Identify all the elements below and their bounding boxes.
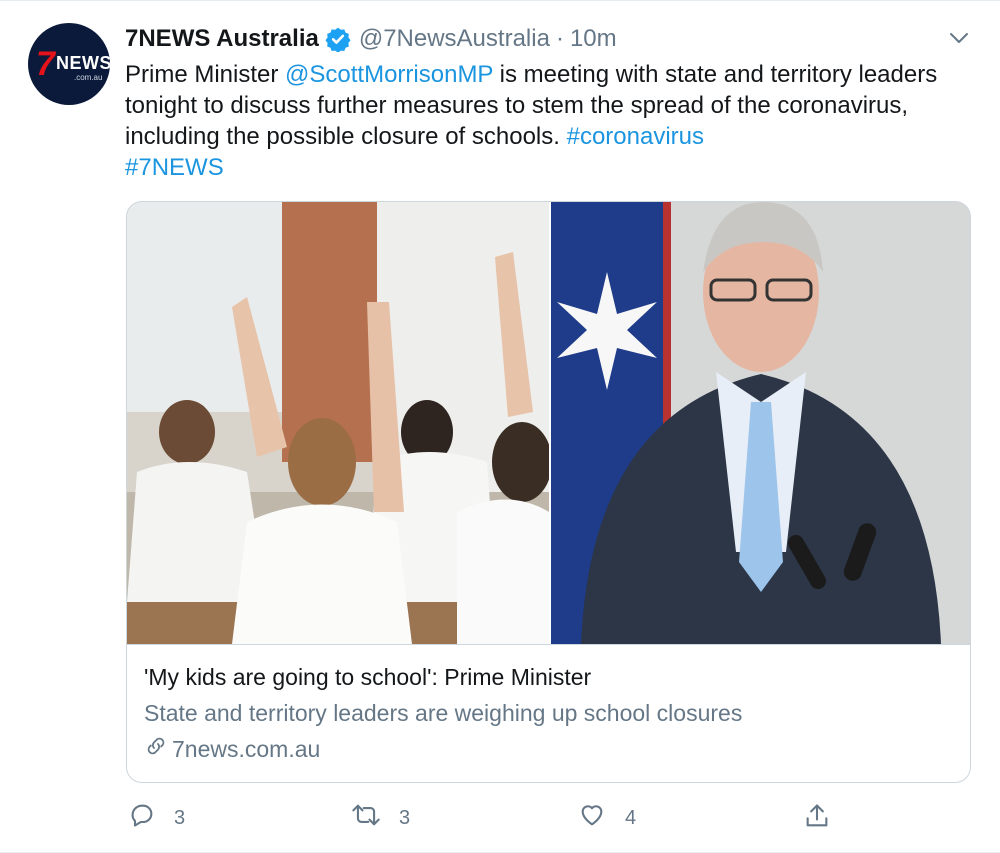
tweet-text: Prime Minister @ScottMorrisonMP is meeti…	[125, 59, 945, 183]
card-title[interactable]: 'My kids are going to school': Prime Min…	[144, 664, 591, 691]
reply-icon	[128, 801, 174, 835]
hashtag-link[interactable]: #coronavirus	[567, 123, 704, 150]
like-button[interactable]: 4	[577, 801, 636, 835]
card-image-classroom	[127, 202, 549, 644]
card-divider	[127, 644, 970, 645]
mention-link[interactable]: @ScottMorrisonMP	[285, 61, 493, 88]
retweet-icon	[351, 801, 399, 835]
tweet-text-part: Prime Minister	[125, 61, 286, 88]
avatar-logo-domain: .com.au	[74, 73, 103, 82]
share-icon	[803, 801, 849, 837]
retweet-count: 3	[399, 806, 411, 829]
handle[interactable]: @7NewsAustralia	[359, 25, 550, 53]
tweet-actions: 3 3 4	[125, 801, 845, 835]
reply-count: 3	[174, 806, 186, 829]
timestamp[interactable]: 10m	[570, 25, 617, 53]
link-icon	[144, 734, 172, 764]
chevron-down-icon[interactable]	[948, 27, 970, 49]
avatar-logo-number: 7	[36, 45, 55, 83]
verified-badge-icon	[325, 26, 351, 53]
tweet-header: 7NEWS Australia @7NewsAustralia · 10m	[125, 23, 617, 55]
separator-dot: ·	[555, 25, 564, 52]
retweet-button[interactable]: 3	[351, 801, 410, 835]
display-name[interactable]: 7NEWS Australia	[125, 25, 319, 53]
tweet[interactable]: 7 NEWS .com.au 7NEWS Australia @7NewsAus…	[0, 0, 1000, 853]
avatar[interactable]: 7 NEWS .com.au	[28, 23, 110, 105]
link-card[interactable]: 'My kids are going to school': Prime Min…	[126, 201, 971, 783]
like-icon	[577, 801, 625, 835]
like-count: 4	[625, 806, 637, 829]
share-button[interactable]	[803, 801, 849, 837]
avatar-logo-word: NEWS	[56, 53, 110, 73]
hashtag-link[interactable]: #7NEWS	[125, 154, 224, 181]
card-domain-row: 7news.com.au	[144, 734, 320, 764]
card-domain: 7news.com.au	[172, 735, 321, 762]
card-description: State and territory leaders are weighing…	[144, 700, 743, 726]
reply-button[interactable]: 3	[128, 801, 185, 835]
card-image-prime-minister	[551, 202, 970, 644]
